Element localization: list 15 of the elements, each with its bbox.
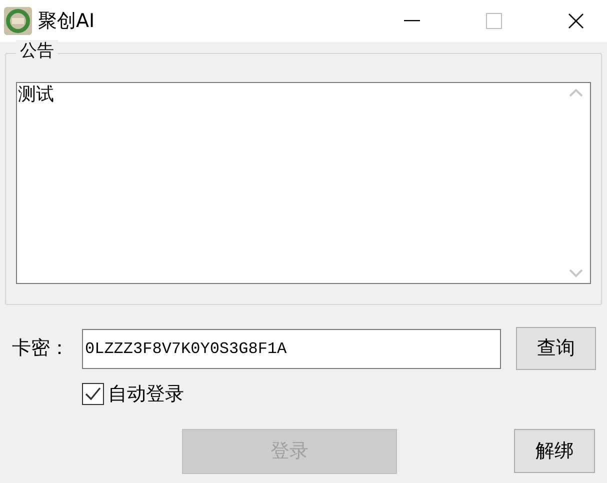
query-button[interactable]: 查询 bbox=[516, 327, 596, 370]
maximize-icon bbox=[486, 13, 502, 29]
card-key-label: 卡密： bbox=[12, 336, 70, 362]
card-key-field[interactable]: 0LZZZ3F8V7K0Y0S3G8F1A bbox=[82, 328, 501, 368]
scroll-up-icon[interactable] bbox=[569, 89, 583, 97]
notice-textarea[interactable]: 测试 bbox=[16, 82, 591, 284]
window-title: 聚创AI bbox=[38, 8, 95, 34]
notice-text: 测试 bbox=[17, 83, 55, 107]
app-logo-icon bbox=[4, 7, 32, 35]
scroll-down-icon[interactable] bbox=[569, 269, 583, 277]
minimize-icon bbox=[404, 20, 420, 22]
unbind-button[interactable]: 解绑 bbox=[514, 429, 595, 473]
auto-login-checkbox[interactable] bbox=[82, 383, 104, 406]
close-icon bbox=[568, 13, 584, 29]
auto-login-label: 自动登录 bbox=[108, 382, 184, 407]
